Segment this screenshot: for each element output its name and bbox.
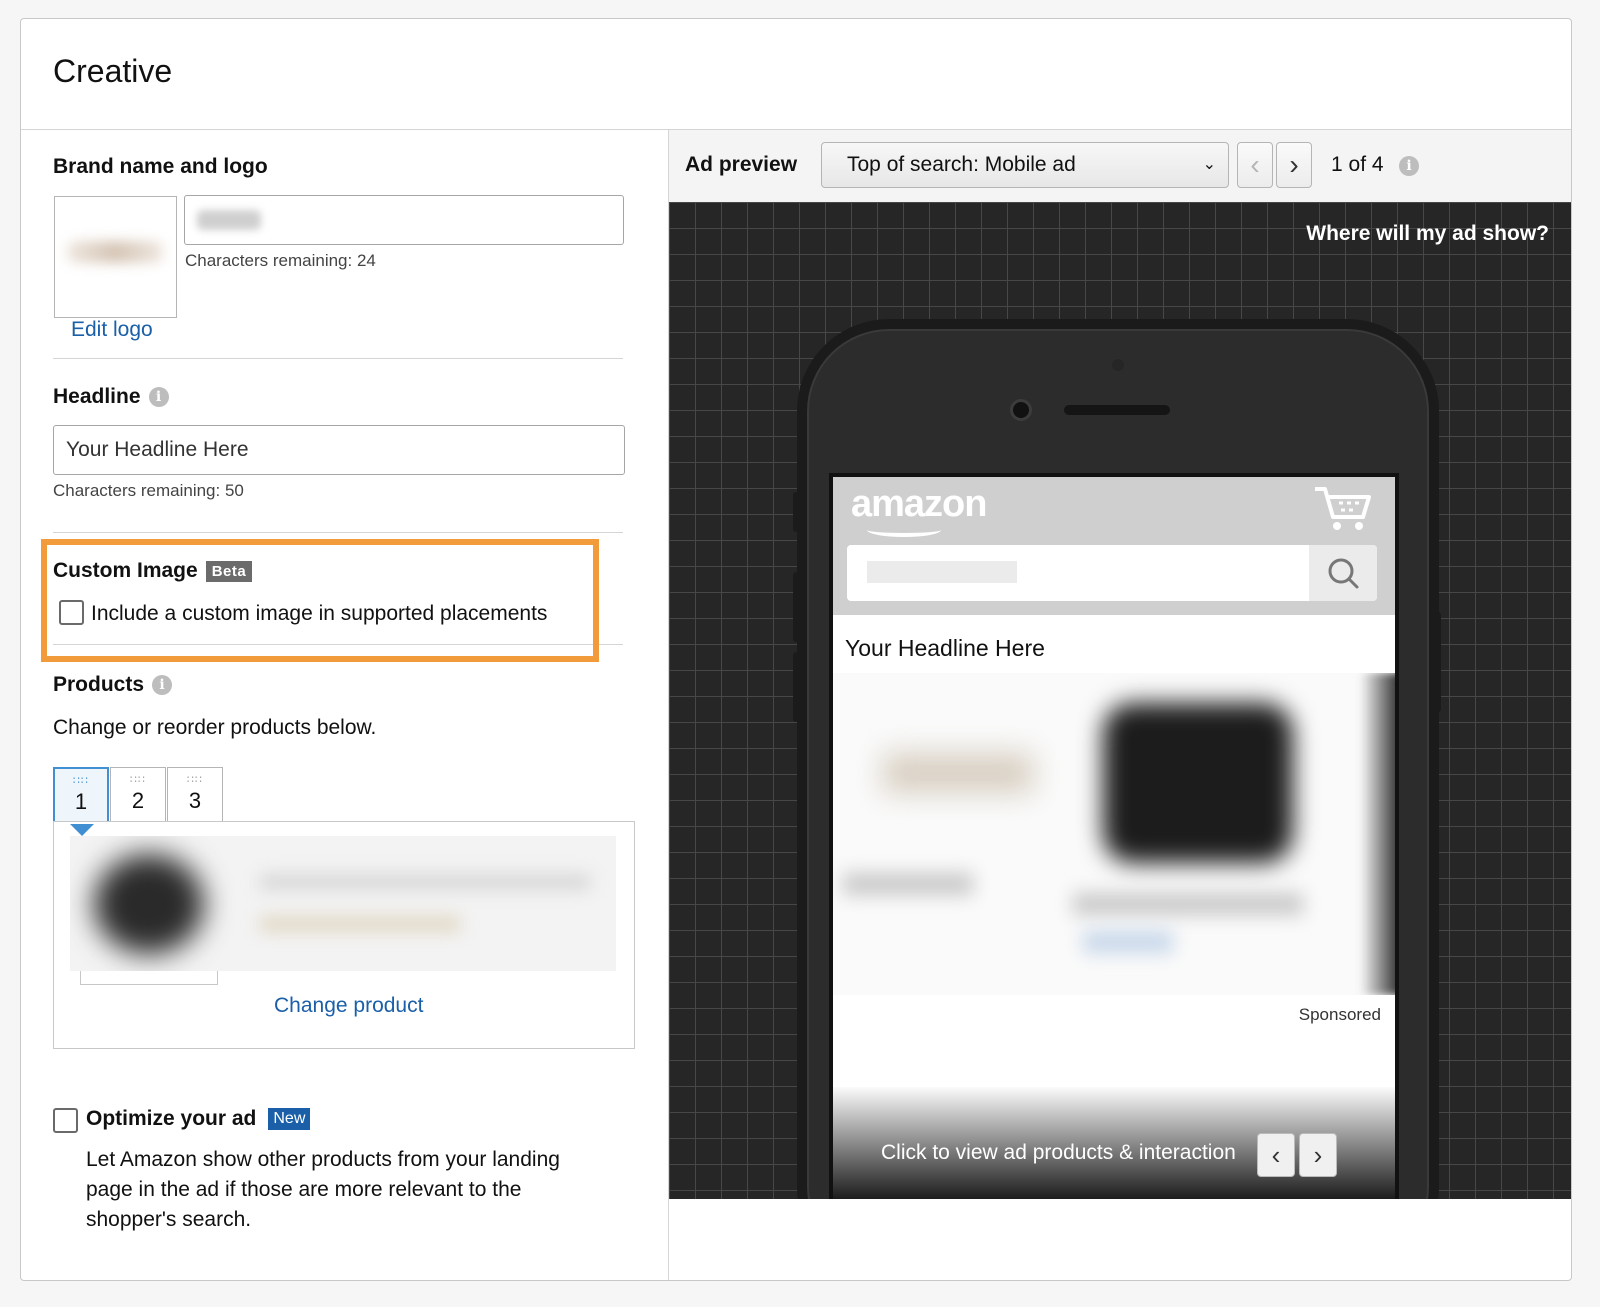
ad-mock-next-button[interactable]: › (1299, 1133, 1337, 1177)
product-tab-1[interactable]: ∷∷ 1 (53, 767, 109, 823)
headline-chars-remaining: Characters remaining: 50 (53, 481, 244, 500)
product-blurred-preview (70, 836, 616, 971)
page-title: Creative (53, 53, 173, 89)
change-product-link[interactable]: Change product (274, 994, 423, 1018)
next-placement-button[interactable]: › (1276, 142, 1312, 188)
products-description: Change or reorder products below. (53, 716, 377, 739)
optimize-ad-checkbox[interactable] (53, 1108, 78, 1133)
store-logo: amazon (851, 483, 987, 525)
placement-pager-count: 1 of 4 (1331, 153, 1384, 176)
phone-camera (1010, 399, 1032, 421)
ad-preview-label: Ad preview (685, 153, 798, 176)
store-logo-smile (867, 523, 941, 537)
optimize-ad-label[interactable]: Optimize your ad New (86, 1107, 311, 1131)
info-icon[interactable]: i (148, 387, 169, 408)
chevron-down-icon: ⌄ (1202, 156, 1216, 173)
chevron-left-icon: ‹ (1250, 149, 1260, 180)
optimize-ad-label-text: Optimize your ad (86, 1107, 257, 1130)
cart-icon (1315, 487, 1371, 530)
phone-speaker (1064, 405, 1170, 415)
brand-name-blurred-value (197, 210, 261, 230)
headline-input[interactable]: Your Headline Here (53, 425, 625, 475)
store-search-placeholder (867, 561, 1017, 583)
view-ad-products-link[interactable]: Click to view ad products & interaction (881, 1141, 1236, 1165)
product-tab-3[interactable]: ∷∷ 3 (167, 767, 223, 823)
divider (53, 358, 623, 359)
headline-label: Headline i (53, 385, 169, 409)
chevron-right-icon: › (1313, 1140, 1323, 1170)
product-tab-2[interactable]: ∷∷ 2 (110, 767, 166, 823)
placement-select-value: Top of search: Mobile ad (847, 153, 1076, 176)
brand-chars-remaining: Characters remaining: 24 (185, 251, 376, 270)
ad-preview-toolbar: Ad preview Top of search: Mobile ad ⌄ ‹ … (669, 130, 1571, 202)
drag-grip-icon[interactable]: ∷∷ (111, 774, 165, 786)
phone-side-button (793, 652, 799, 722)
phone-side-button (793, 492, 799, 532)
drag-grip-icon[interactable]: ∷∷ (55, 775, 107, 787)
info-icon[interactable]: i (1399, 156, 1419, 176)
optimize-description-line-2: page in the ad if those are more relevan… (86, 1178, 522, 1201)
product-thumbnail (94, 854, 204, 954)
product-thumb-frame (80, 971, 218, 985)
ad-mock-text-blur (843, 873, 973, 895)
phone-side-button (1435, 612, 1441, 712)
brand-section-label: Brand name and logo (53, 155, 268, 178)
where-will-my-ad-show-link[interactable]: Where will my ad show? (1306, 222, 1549, 246)
divider (53, 532, 623, 533)
custom-image-highlight (41, 539, 599, 662)
sponsored-label: Sponsored (1298, 1005, 1381, 1024)
product-price-blur (260, 916, 460, 932)
store-search-bar (847, 545, 1377, 601)
ad-preview-canvas: Where will my ad show? amazon Your Headl… (669, 202, 1571, 1199)
product-tab-number: 3 (188, 788, 202, 813)
chevron-right-icon: › (1289, 149, 1299, 180)
ad-mock-footer: Click to view ad products & interaction … (833, 1087, 1395, 1199)
ad-mock-product-image-blur (1103, 703, 1293, 863)
ad-mock-text-blur (1083, 931, 1173, 953)
ad-mock-logo-blur (883, 753, 1033, 793)
edit-logo-link[interactable]: Edit logo (71, 318, 153, 342)
optimize-description-line-3: shopper's search. (86, 1208, 252, 1231)
search-icon (1328, 558, 1359, 589)
drag-grip-icon[interactable]: ∷∷ (168, 774, 222, 786)
ad-mock-products (833, 673, 1395, 995)
logo-blurred-content (67, 241, 163, 263)
active-tab-pointer (70, 824, 94, 836)
ad-mock-previous-button[interactable]: ‹ (1257, 1133, 1295, 1177)
previous-placement-button[interactable]: ‹ (1237, 142, 1273, 188)
products-label-text: Products (53, 673, 145, 696)
ad-mock-edge-fade (1361, 673, 1395, 995)
ad-mock-headline: Your Headline Here (845, 635, 1045, 661)
brand-name-field[interactable] (184, 195, 624, 245)
phone-screen: amazon Your Headline Here Sponsored Clic… (829, 473, 1399, 1199)
creative-card: Creative Brand name and logo Characters … (20, 18, 1572, 1281)
info-icon[interactable]: i (152, 675, 173, 696)
new-badge: New (268, 1108, 311, 1131)
phone-sensor (1112, 359, 1124, 371)
store-header: amazon (833, 477, 1395, 615)
ad-mock-text-blur (1073, 893, 1303, 915)
headline-label-text: Headline (53, 385, 141, 408)
placement-select[interactable]: Top of search: Mobile ad ⌄ (821, 142, 1229, 188)
product-detail-panel: Change product (53, 821, 635, 1049)
product-title-blur (260, 874, 590, 890)
chevron-left-icon: ‹ (1271, 1140, 1281, 1170)
store-search-button (1309, 545, 1377, 601)
product-tab-number: 2 (131, 788, 145, 813)
brand-logo-image (54, 196, 177, 318)
products-label: Products i (53, 673, 173, 697)
optimize-description-line-1: Let Amazon show other products from your… (86, 1148, 560, 1171)
phone-side-button (793, 572, 799, 642)
product-tab-number: 1 (74, 789, 88, 814)
